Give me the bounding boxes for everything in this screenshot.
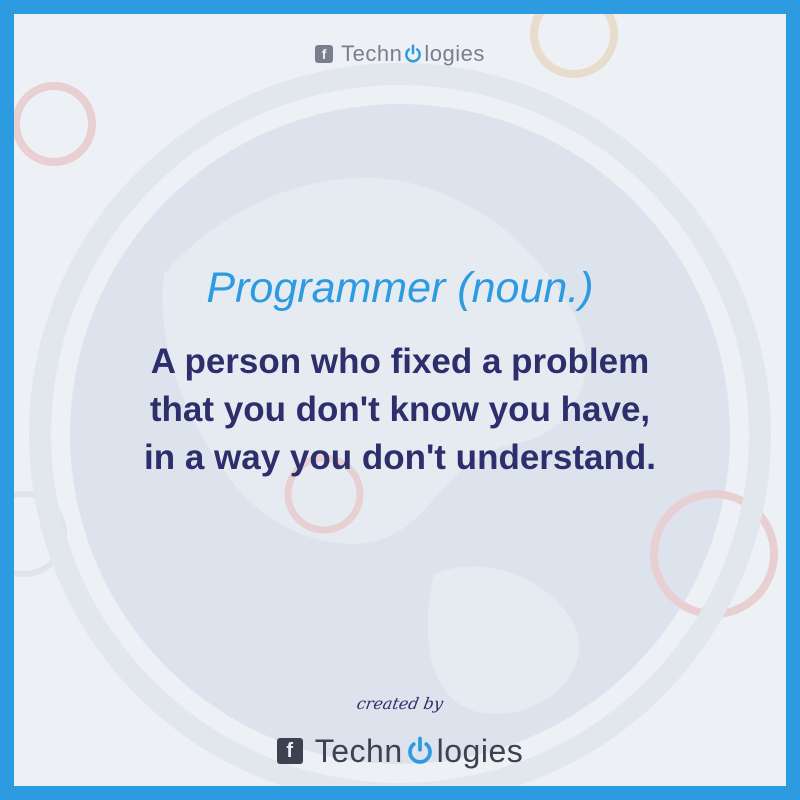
created-by-label: created by [355,694,445,713]
definition-line: in a way you don't understand. [144,438,656,477]
brand-name-part: logies [424,41,485,66]
definition-line: that you don't know you have, [149,390,651,429]
definition-heading: Programmer (noun.) [206,264,594,312]
power-icon [407,736,432,764]
power-icon [405,44,422,63]
magnifier-icon [14,82,96,166]
facebook-icon: f [276,738,303,764]
quote-card: f Techn logies Programmer (noun.) A pers… [14,14,786,786]
brand-name-part: Techn [314,732,403,769]
brand-logo-top: f Techn logies [14,40,786,68]
brand-name-part: Techn [341,41,403,66]
definition-text: A person who fixed a problem that you do… [34,338,766,482]
definition-line: A person who fixed a problem [150,342,650,381]
brand-name: Techn logies [315,733,524,770]
brand-name-part: logies [436,732,524,769]
facebook-icon: f [315,45,334,63]
brand-name: Techn logies [341,41,485,67]
blue-frame: f Techn logies Programmer (noun.) A pers… [0,0,800,800]
brand-logo-bottom: f Techn logies [14,732,786,770]
